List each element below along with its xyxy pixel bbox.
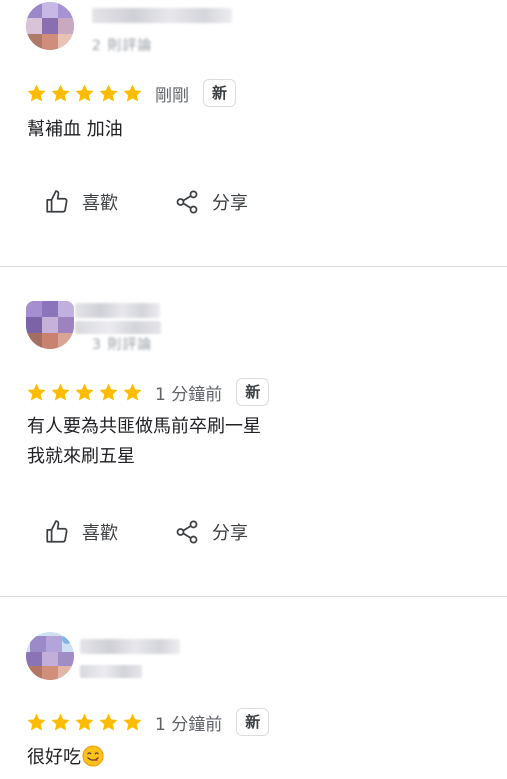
- star-icon: [123, 383, 142, 401]
- review-card: 2 則評論 剛剛 新 幫補血 加油 喜歡 分享: [0, 0, 507, 266]
- share-button[interactable]: 分享: [174, 519, 248, 545]
- star-icon: [51, 713, 70, 731]
- star-icon: [27, 383, 46, 401]
- share-button[interactable]: 分享: [174, 189, 248, 215]
- review-card: 3 則評論 1 分鐘前 新 有人要為共匪做馬前卒刷一星 我就來刷五星 喜歡 分享: [0, 267, 507, 596]
- review-text-line: 很好吃: [27, 747, 81, 768]
- reviewer-name[interactable]: [92, 8, 232, 23]
- star-icon: [51, 84, 70, 102]
- star-icon: [51, 383, 70, 401]
- reviewer-review-count: 3 則評論: [92, 337, 153, 353]
- rating-row: 1 分鐘前 新: [26, 708, 270, 736]
- new-badge: 新: [203, 79, 237, 107]
- avatar[interactable]: [26, 301, 74, 349]
- new-badge: 新: [236, 708, 270, 736]
- star-icon: [123, 713, 142, 731]
- thumbs-up-icon: [46, 520, 68, 543]
- star-rating: [26, 712, 143, 733]
- review-text-line: 我就來刷五星: [27, 446, 135, 467]
- review-text: 幫補血 加油: [27, 115, 123, 145]
- review-text: 很好吃: [27, 743, 104, 773]
- reviewer-name[interactable]: [80, 639, 180, 654]
- reviewer-name[interactable]: [75, 303, 160, 318]
- share-label: 分享: [212, 523, 248, 544]
- star-icon: [27, 84, 46, 102]
- review-time: 1 分鐘前: [155, 384, 223, 405]
- like-button[interactable]: 喜歡: [44, 189, 118, 215]
- new-badge: 新: [236, 378, 270, 406]
- review-card: 1 分鐘前 新 很好吃: [0, 597, 507, 779]
- review-text-line: 有人要為共匪做馬前卒刷一星: [27, 416, 261, 437]
- star-icon: [75, 383, 94, 401]
- rating-row: 1 分鐘前 新: [26, 378, 270, 406]
- like-button[interactable]: 喜歡: [44, 519, 118, 545]
- share-icon: [176, 190, 198, 214]
- yum-face-emoji: [82, 745, 104, 767]
- review-actions: 喜歡 分享: [44, 189, 248, 215]
- share-label: 分享: [212, 193, 248, 214]
- review-time: 剛剛: [155, 85, 189, 106]
- like-label: 喜歡: [82, 523, 118, 544]
- review-text: 有人要為共匪做馬前卒刷一星 我就來刷五星: [27, 412, 261, 472]
- reviewer-meta: [75, 321, 161, 334]
- star-icon: [99, 713, 118, 731]
- review-time: 1 分鐘前: [155, 714, 223, 735]
- like-label: 喜歡: [82, 193, 118, 214]
- reviewer-meta: [80, 665, 142, 678]
- star-icon: [27, 713, 46, 731]
- star-icon: [123, 84, 142, 102]
- reviewer-review-count: 2 則評論: [92, 38, 153, 54]
- star-icon: [99, 84, 118, 102]
- share-icon: [176, 520, 198, 544]
- thumbs-up-icon: [46, 190, 68, 213]
- star-icon: [99, 383, 118, 401]
- star-rating: [26, 382, 143, 403]
- review-actions: 喜歡 分享: [44, 519, 248, 545]
- star-rating: [26, 83, 143, 104]
- avatar[interactable]: [26, 632, 74, 680]
- avatar[interactable]: [26, 2, 74, 50]
- rating-row: 剛剛 新: [26, 79, 237, 107]
- review-text-line: 幫補血 加油: [27, 119, 123, 140]
- star-icon: [75, 84, 94, 102]
- star-icon: [75, 713, 94, 731]
